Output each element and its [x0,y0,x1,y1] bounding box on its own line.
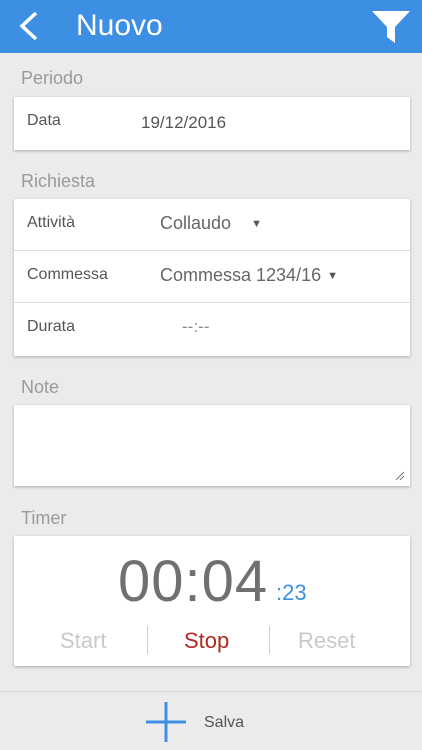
durata-label: Durata [27,318,76,335]
timer-card: 00:04 :23 Start Stop Reset [14,536,410,666]
commessa-row: Commessa Commessa 1234/16 ▼ [14,251,410,303]
section-label-periodo: Periodo [21,68,84,88]
start-button[interactable]: Start [60,628,106,654]
dropdown-arrow-icon: ▼ [251,218,262,231]
date-label: Data [27,112,61,129]
date-row[interactable]: Data 19/12/2016 [14,97,410,149]
attivita-row: Attività Collaudo ▼ [14,199,410,251]
plus-icon [146,702,186,742]
section-label-note: Note [21,377,60,397]
resize-grip-icon[interactable] [394,470,404,480]
section-label-timer: Timer [21,508,67,528]
commessa-select[interactable]: Commessa 1234/16 ▼ [160,265,338,286]
timer-display: 00:04 [118,549,269,614]
richiesta-card: Attività Collaudo ▼ Commessa Commessa 123… [14,199,410,356]
durata-value[interactable]: --:-- [182,317,209,337]
durata-row: Durata --:-- [14,303,410,355]
save-button[interactable]: Salva [144,702,264,742]
save-label: Salva [204,714,245,731]
timer-divider [147,626,148,654]
section-label-richiesta: Richiesta [21,171,96,191]
chevron-left-icon [19,11,38,41]
date-value[interactable]: 19/12/2016 [141,113,226,133]
page-title: Nuovo [76,9,163,42]
commessa-label: Commessa [27,266,108,283]
top-bar: Nuovo [0,0,422,53]
filter-funnel-icon [372,11,410,43]
commessa-value: Commessa 1234/16 [160,265,322,285]
attivita-label: Attività [27,214,76,231]
attivita-select[interactable]: Collaudo ▼ [160,213,262,234]
back-button[interactable] [14,10,44,42]
reset-button[interactable]: Reset [298,628,355,654]
timer-divider [269,626,270,654]
filter-button[interactable] [370,9,412,45]
stop-button[interactable]: Stop [184,628,229,654]
timer-seconds: :23 [276,580,307,605]
bottom-bar: Salva [0,691,422,750]
attivita-value: Collaudo [160,213,232,233]
periodo-card: Data 19/12/2016 [14,97,410,150]
dropdown-arrow-icon: ▼ [327,270,338,283]
note-textarea[interactable] [14,405,410,486]
